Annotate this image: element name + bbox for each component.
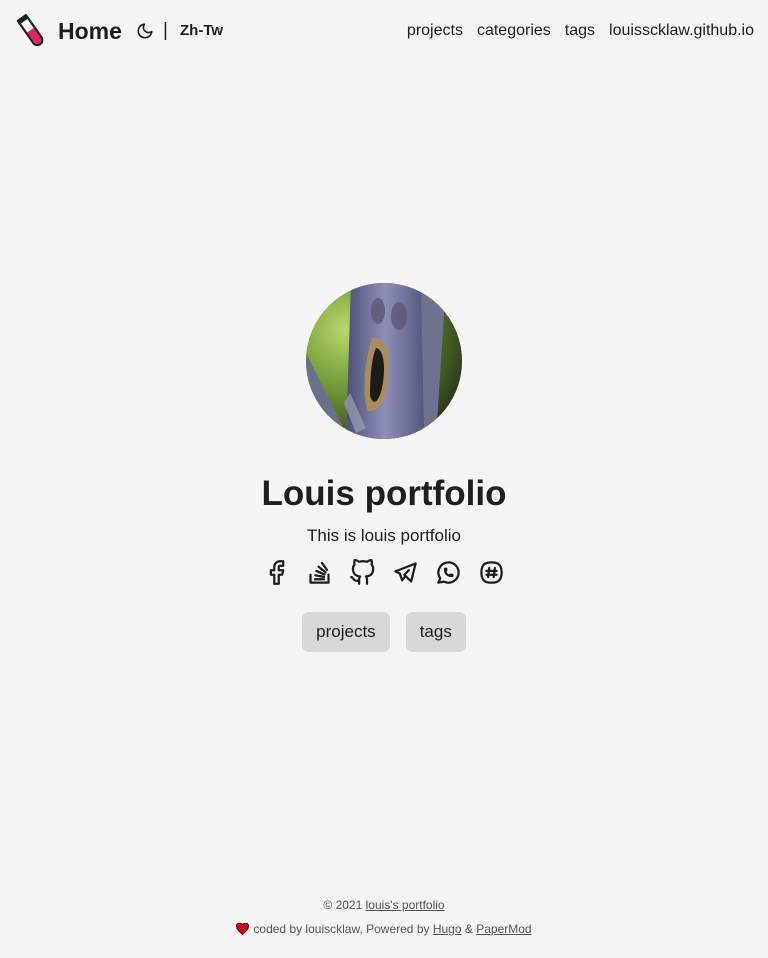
nav-item-tags[interactable]: tags	[565, 20, 595, 42]
site-header: Home | Zh-Tw projects categories tags lo…	[0, 0, 768, 62]
language-switch-link[interactable]: Zh-Tw	[180, 21, 223, 41]
nav-item-categories[interactable]: categories	[477, 20, 551, 42]
coded-by-text: coded by louiscklaw, Powered by	[253, 922, 430, 936]
profile-buttons: projects tags	[0, 612, 768, 652]
projects-button[interactable]: projects	[302, 612, 390, 652]
papermod-link[interactable]: PaperMod	[476, 922, 531, 936]
ampersand-text: &	[464, 922, 473, 936]
moon-icon[interactable]	[136, 22, 154, 40]
copyright-text: © 2021	[323, 898, 363, 912]
github-icon[interactable]	[349, 558, 376, 586]
whatsapp-icon[interactable]	[435, 559, 462, 586]
test-tube-icon[interactable]	[14, 12, 48, 50]
profile-title: Louis portfolio	[261, 474, 507, 513]
slack-icon[interactable]	[478, 559, 505, 586]
nav-item-projects[interactable]: projects	[407, 20, 463, 42]
home-link[interactable]: Home	[58, 17, 122, 45]
profile-section: Louis portfolio This is louis portfolio	[0, 280, 768, 652]
avatar	[306, 283, 462, 439]
facebook-icon[interactable]	[263, 559, 290, 586]
header-separator: |	[163, 20, 168, 41]
site-link[interactable]: louis's portfolio	[366, 898, 445, 912]
tags-button[interactable]: tags	[405, 612, 466, 652]
profile-subtitle: This is louis portfolio	[306, 526, 461, 545]
main-nav: projects categories tags louisscklaw.git…	[407, 20, 754, 42]
social-icons	[0, 558, 768, 587]
telegram-icon[interactable]	[392, 559, 419, 586]
site-footer: © 2021 louis's portfolio coded by louisc…	[0, 896, 768, 938]
nav-item-github-site[interactable]: louisscklaw.github.io	[609, 20, 754, 42]
heart-icon	[236, 922, 250, 935]
hugo-link[interactable]: Hugo	[433, 922, 462, 936]
stackoverflow-icon[interactable]	[306, 559, 333, 586]
